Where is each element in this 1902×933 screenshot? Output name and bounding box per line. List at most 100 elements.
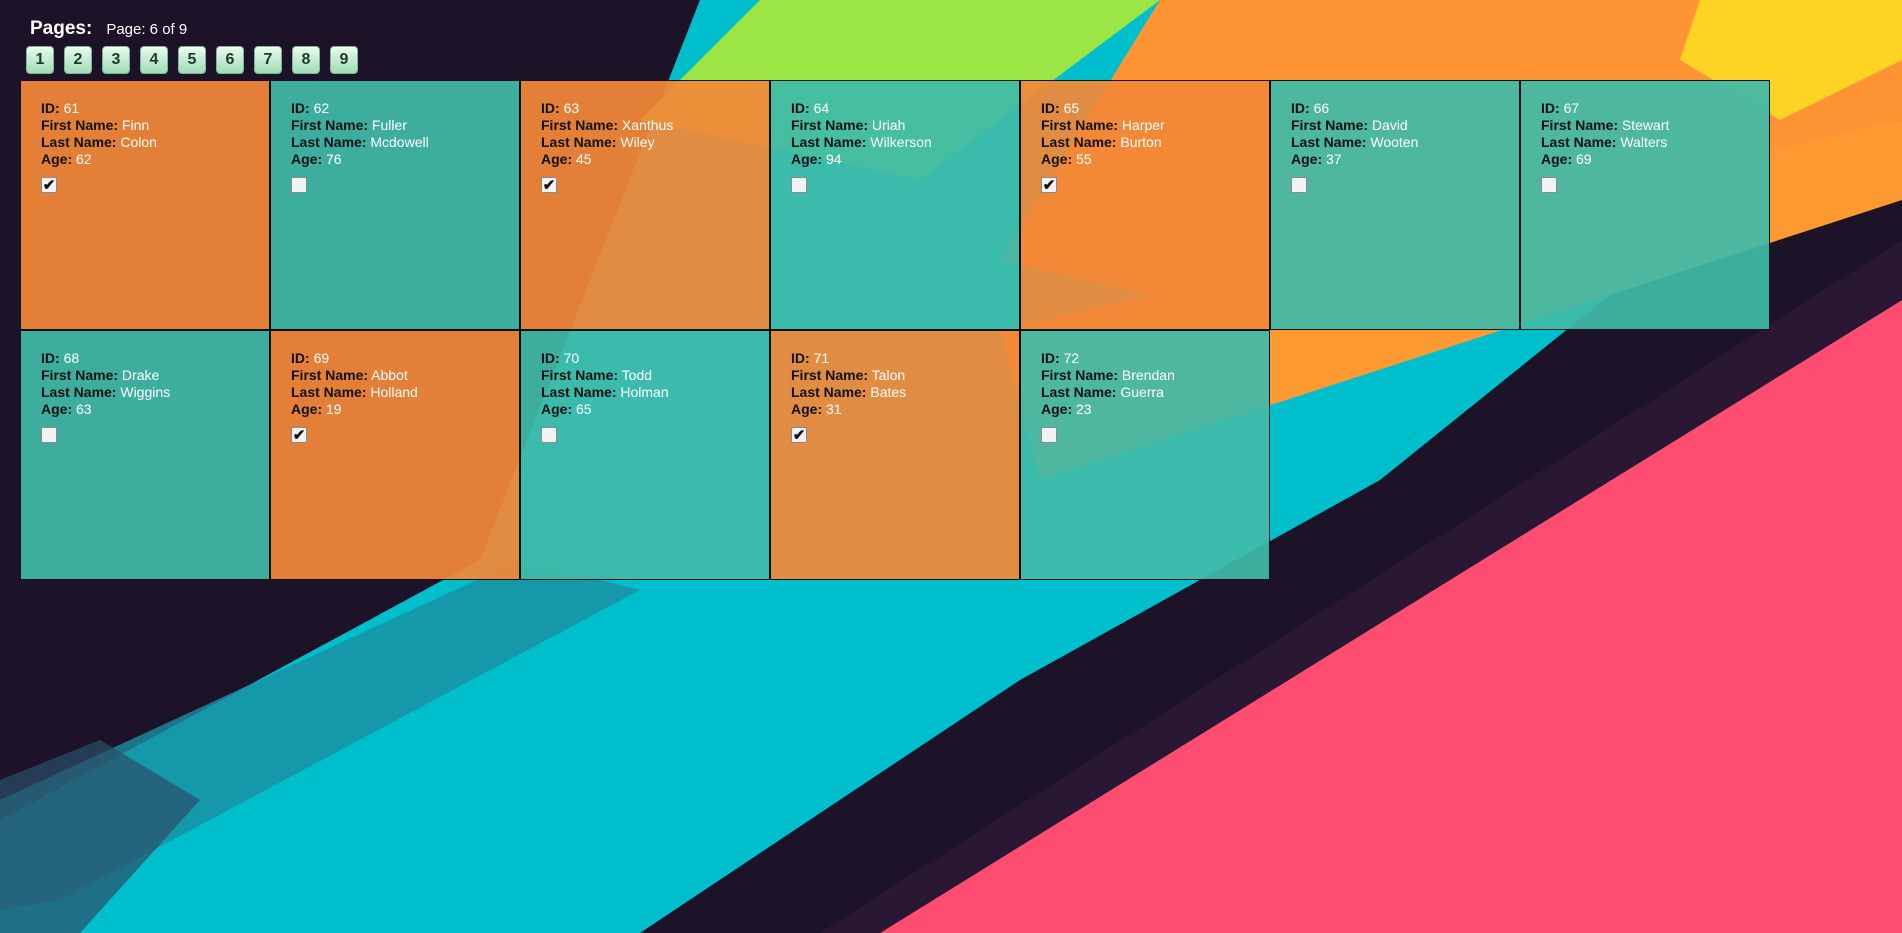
record-card: ID: 64 First Name: Uriah Last Name: Wilker… — [770, 80, 1020, 330]
record-first-value: Fuller — [371, 117, 407, 133]
record-first-value: Finn — [121, 117, 150, 133]
record-id-row: ID: 69 — [291, 350, 519, 367]
record-age-row: Age: 62 — [41, 151, 269, 168]
record-id-label: ID: — [1041, 350, 1060, 366]
record-first-row: First Name: Todd — [541, 367, 769, 384]
record-age-value: 37 — [1326, 151, 1342, 167]
record-age-label: Age: — [1041, 151, 1073, 167]
record-id-value: 65 — [1063, 100, 1080, 116]
record-first-row: First Name: Stewart — [1541, 117, 1769, 134]
record-select-checkbox[interactable]: ✔ — [541, 177, 557, 193]
record-id-value: 70 — [563, 350, 580, 366]
record-first-label: First Name: — [41, 367, 119, 383]
record-id-label: ID: — [1541, 100, 1560, 116]
record-first-label: First Name: — [1041, 117, 1119, 133]
record-first-label: First Name: — [541, 117, 619, 133]
record-first-value: David — [1371, 117, 1408, 133]
record-age-value: 19 — [326, 401, 342, 417]
record-last-row: Last Name: Wilkerson — [791, 134, 1019, 151]
record-grid: ID: 61 First Name: Finn Last Name: Colon Ag… — [20, 80, 1770, 580]
record-select-checkbox[interactable] — [1041, 427, 1057, 443]
record-age-label: Age: — [1541, 151, 1573, 167]
record-id-row: ID: 70 — [541, 350, 769, 367]
page-button-6[interactable]: 6 — [216, 46, 244, 74]
record-first-value: Drake — [121, 367, 160, 383]
record-first-value: Todd — [621, 367, 653, 383]
record-id-row: ID: 68 — [41, 350, 269, 367]
record-first-row: First Name: Uriah — [791, 117, 1019, 134]
record-id-label: ID: — [791, 100, 810, 116]
record-last-label: Last Name: — [541, 384, 617, 400]
record-age-row: Age: 45 — [541, 151, 769, 168]
record-last-row: Last Name: Walters — [1541, 134, 1769, 151]
record-last-row: Last Name: Wiley — [541, 134, 769, 151]
record-first-value: Uriah — [871, 117, 906, 133]
checkmark-icon: ✔ — [542, 176, 556, 194]
record-select-checkbox[interactable] — [41, 427, 57, 443]
page-button-5[interactable]: 5 — [178, 46, 206, 74]
record-select-checkbox[interactable] — [291, 177, 307, 193]
record-id-value: 68 — [63, 350, 80, 366]
record-last-row: Last Name: Guerra — [1041, 384, 1269, 401]
record-last-value: Guerra — [1120, 384, 1164, 400]
page-status: Page: 6 of 9 — [106, 21, 188, 38]
record-last-value: Bates — [870, 384, 907, 400]
record-last-label: Last Name: — [1041, 134, 1117, 150]
record-age-value: 23 — [1076, 401, 1092, 417]
page-button-7[interactable]: 7 — [254, 46, 282, 74]
record-age-row: Age: 37 — [1291, 151, 1519, 168]
record-id-value: 62 — [313, 100, 330, 116]
pages-title: Pages: — [30, 18, 93, 39]
record-card: ID: 65 First Name: Harper Last Name: Burto… — [1020, 80, 1270, 330]
record-first-value: Brendan — [1121, 367, 1175, 383]
record-select-checkbox[interactable]: ✔ — [791, 427, 807, 443]
record-age-row: Age: 76 — [291, 151, 519, 168]
record-last-value: Holland — [370, 384, 418, 400]
record-last-row: Last Name: Wiggins — [41, 384, 269, 401]
record-select-checkbox[interactable] — [1541, 177, 1557, 193]
page-button-list: 123456789 — [26, 46, 358, 74]
record-id-value: 63 — [563, 100, 580, 116]
pagination: Pages: Page: 6 of 9 123456789 — [26, 18, 358, 74]
record-first-label: First Name: — [791, 117, 869, 133]
record-first-value: Xanthus — [621, 117, 674, 133]
record-select-checkbox[interactable] — [1291, 177, 1307, 193]
record-last-value: Walters — [1620, 134, 1668, 150]
record-last-row: Last Name: Wooten — [1291, 134, 1519, 151]
record-select-checkbox[interactable]: ✔ — [41, 177, 57, 193]
record-select-checkbox[interactable]: ✔ — [1041, 177, 1057, 193]
record-id-row: ID: 62 — [291, 100, 519, 117]
record-select-checkbox[interactable] — [791, 177, 807, 193]
record-first-row: First Name: Brendan — [1041, 367, 1269, 384]
record-age-value: 94 — [826, 151, 842, 167]
record-last-row: Last Name: Bates — [791, 384, 1019, 401]
page-button-8[interactable]: 8 — [292, 46, 320, 74]
record-id-label: ID: — [541, 100, 560, 116]
record-last-label: Last Name: — [791, 134, 867, 150]
record-id-row: ID: 67 — [1541, 100, 1769, 117]
record-id-label: ID: — [291, 100, 310, 116]
record-select-checkbox[interactable] — [541, 427, 557, 443]
record-id-label: ID: — [1291, 100, 1310, 116]
record-select-checkbox[interactable]: ✔ — [291, 427, 307, 443]
page-button-9[interactable]: 9 — [330, 46, 358, 74]
page-button-2[interactable]: 2 — [64, 46, 92, 74]
record-card: ID: 63 First Name: Xanthus Last Name: Wile… — [520, 80, 770, 330]
record-first-value: Abbot — [371, 367, 408, 383]
record-first-label: First Name: — [1041, 367, 1119, 383]
page-button-3[interactable]: 3 — [102, 46, 130, 74]
record-age-label: Age: — [541, 401, 573, 417]
page-button-4[interactable]: 4 — [140, 46, 168, 74]
record-first-row: First Name: Talon — [791, 367, 1019, 384]
record-last-label: Last Name: — [1041, 384, 1117, 400]
record-id-value: 64 — [813, 100, 830, 116]
record-last-label: Last Name: — [1291, 134, 1367, 150]
record-card: ID: 62 First Name: Fuller Last Name: Mcdow… — [270, 80, 520, 330]
record-age-value: 76 — [326, 151, 342, 167]
record-id-row: ID: 61 — [41, 100, 269, 117]
record-age-label: Age: — [41, 401, 73, 417]
record-id-row: ID: 72 — [1041, 350, 1269, 367]
page-button-1[interactable]: 1 — [26, 46, 54, 74]
record-first-row: First Name: Drake — [41, 367, 269, 384]
record-age-row: Age: 69 — [1541, 151, 1769, 168]
